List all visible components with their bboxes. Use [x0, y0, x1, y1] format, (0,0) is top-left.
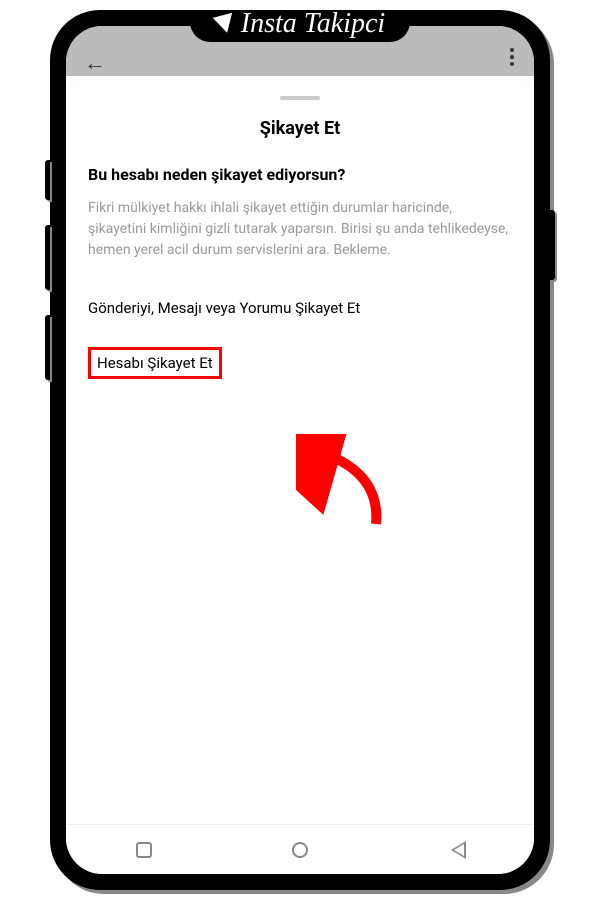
phone-button: [45, 315, 50, 380]
phone-frame: Insta Takipci ← Şikayet Et Bu hesabı ned…: [50, 10, 550, 890]
phone-button: [550, 210, 555, 280]
phone-button: [45, 225, 50, 290]
brand-logo: Insta Takipci: [215, 8, 385, 40]
home-icon[interactable]: [292, 842, 308, 858]
recents-icon[interactable]: [136, 842, 152, 858]
back-arrow-icon[interactable]: ←: [84, 50, 106, 76]
back-nav-icon[interactable]: [449, 841, 464, 859]
logo-arrow-icon: [213, 13, 237, 36]
screen: ← Şikayet Et Bu hesabı neden şikayet edi…: [66, 26, 534, 874]
option-label-highlighted: Hesabı Şikayet Et: [88, 347, 222, 379]
option-report-account[interactable]: Hesabı Şikayet Et: [88, 329, 512, 391]
sheet-drag-handle[interactable]: [280, 96, 320, 100]
sheet-question: Bu hesabı neden şikayet ediyorsun?: [88, 165, 512, 184]
annotation-arrow-icon: [296, 434, 406, 544]
phone-left-buttons: [45, 160, 50, 405]
android-nav-bar: [66, 824, 534, 874]
option-report-content[interactable]: Gönderiyi, Mesajı veya Yorumu Şikayet Et: [88, 287, 512, 329]
bottom-sheet: Şikayet Et Bu hesabı neden şikayet ediyo…: [66, 82, 534, 824]
phone-right-buttons: [550, 210, 555, 280]
option-label: Gönderiyi, Mesajı veya Yorumu Şikayet Et: [88, 299, 360, 317]
sheet-title: Şikayet Et: [88, 118, 512, 139]
sheet-description: Fikri mülkiyet hakkı ihlali şikayet etti…: [88, 198, 512, 261]
phone-button: [45, 160, 50, 200]
kebab-menu-icon[interactable]: [510, 48, 514, 66]
logo-text: Insta Takipci: [241, 8, 385, 40]
